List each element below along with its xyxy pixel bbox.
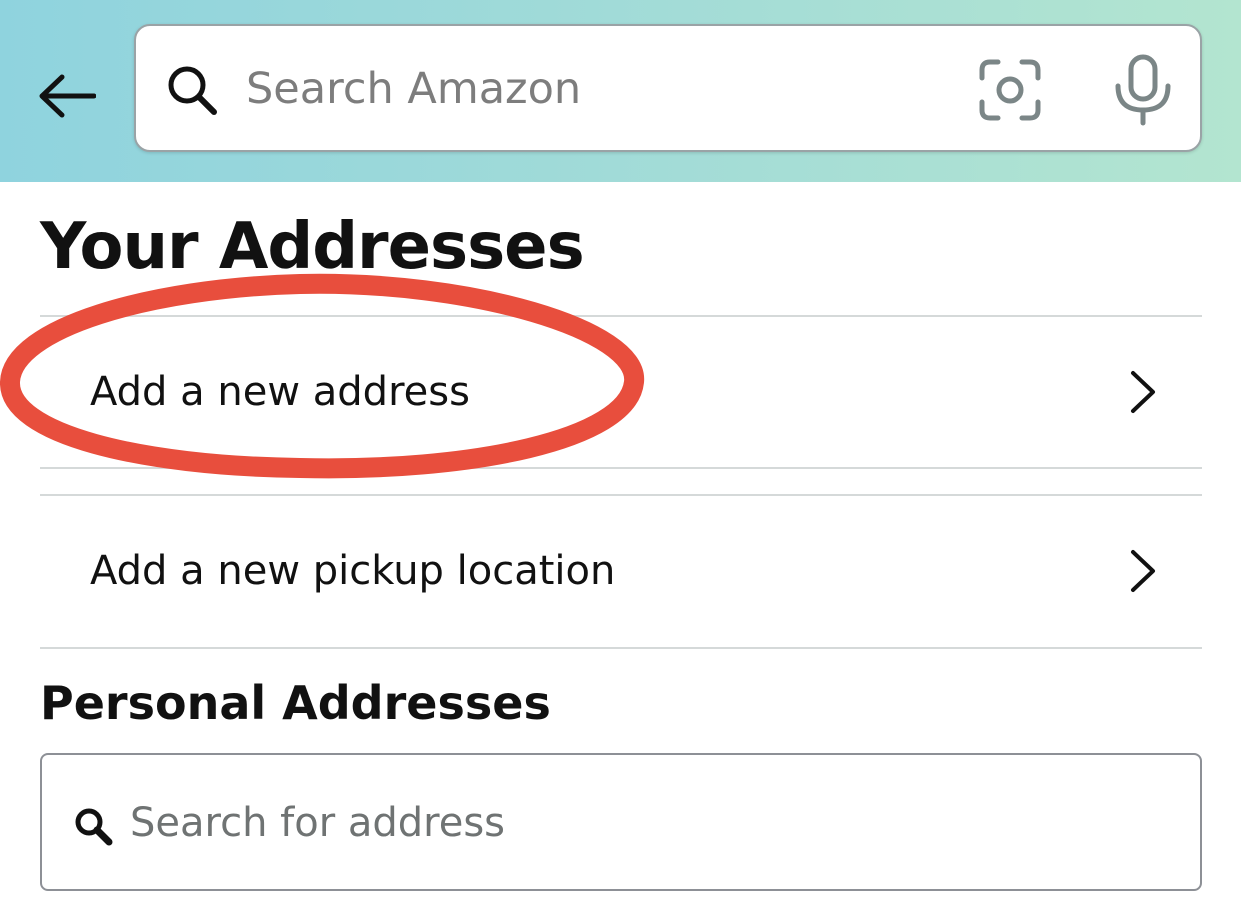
- page-title: Your Addresses: [40, 210, 585, 284]
- microphone-icon[interactable]: [1110, 54, 1176, 126]
- back-arrow-icon: [39, 74, 96, 118]
- divider: [40, 467, 1202, 469]
- search-bar: [134, 24, 1202, 152]
- add-new-address-row[interactable]: Add a new address: [40, 317, 1202, 467]
- chevron-right-icon: [1131, 550, 1155, 592]
- search-icon: [75, 808, 113, 846]
- chevron-right-icon: [1131, 371, 1155, 413]
- back-button[interactable]: [30, 60, 102, 132]
- app-header: [0, 0, 1241, 182]
- add-new-pickup-location-row[interactable]: Add a new pickup location: [40, 496, 1202, 646]
- add-new-pickup-location-label: Add a new pickup location: [90, 548, 616, 594]
- personal-addresses-heading: Personal Addresses: [40, 676, 551, 730]
- add-new-address-label: Add a new address: [90, 369, 470, 415]
- divider: [40, 647, 1202, 649]
- address-search-input[interactable]: [130, 793, 1030, 853]
- address-search-box: [40, 753, 1202, 891]
- search-icon: [168, 66, 217, 115]
- search-input[interactable]: [246, 56, 946, 122]
- camera-lens-icon[interactable]: [978, 58, 1042, 122]
